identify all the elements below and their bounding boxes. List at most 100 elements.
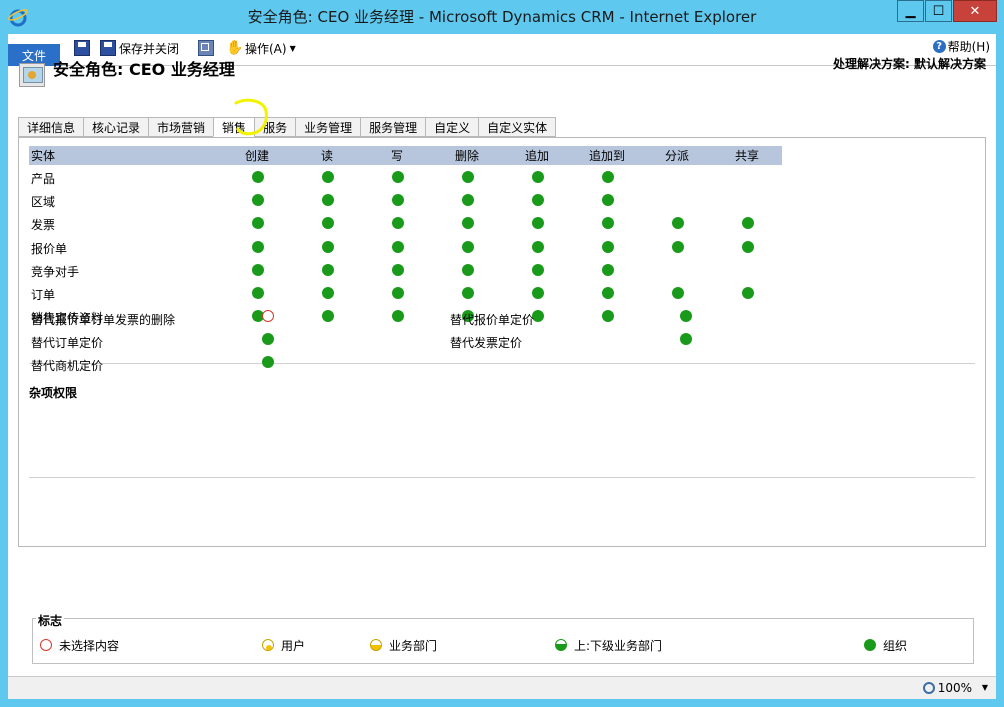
help-icon: ?: [932, 40, 946, 53]
privilege-level-toggle[interactable]: [602, 310, 614, 323]
entity-name: 产品: [31, 172, 56, 186]
privilege-level-toggle[interactable]: [532, 171, 544, 183]
privilege-level-toggle[interactable]: [322, 287, 334, 299]
copy-role-button[interactable]: [198, 38, 217, 58]
misc-privilege-label: 替代发票定价: [450, 336, 523, 350]
help-button[interactable]: ? 帮助(H): [932, 38, 990, 55]
actions-menu-button[interactable]: ✋ 操作(A) ▼: [226, 38, 296, 58]
privilege-level-toggle[interactable]: [392, 287, 404, 299]
privilege-level-toggle[interactable]: [462, 240, 474, 253]
grid-divider: [29, 363, 975, 364]
privilege-level-toggle[interactable]: [532, 217, 544, 230]
privilege-level-toggle[interactable]: [672, 287, 684, 299]
privilege-level-toggle[interactable]: [252, 287, 264, 299]
help-label: 帮助(H): [947, 40, 990, 54]
privilege-level-toggle[interactable]: [602, 287, 614, 299]
privilege-level-toggle[interactable]: [672, 240, 684, 253]
privilege-level-toggle[interactable]: [602, 240, 614, 253]
tab-8[interactable]: 自定义实体: [478, 117, 557, 137]
privilege-level-toggle[interactable]: [252, 194, 264, 207]
privilege-level-toggle[interactable]: [392, 171, 404, 183]
tab-7[interactable]: 自定义: [425, 117, 479, 137]
tab-0[interactable]: 详细信息: [18, 117, 84, 137]
grid-column-header[interactable]: 追加: [525, 149, 549, 163]
misc-privilege-toggle[interactable]: [262, 310, 274, 322]
privilege-level-toggle[interactable]: [462, 194, 474, 207]
privilege-level-toggle[interactable]: [322, 240, 334, 253]
solution-label: 处理解决方案: 默认解决方案: [833, 57, 986, 71]
misc-privilege-label: 替代报价单订单发票的删除: [31, 313, 176, 327]
grid-column-header[interactable]: 删除: [455, 149, 479, 163]
legend-parent-child-bu: 上:下级业务部门: [555, 638, 663, 653]
privilege-level-toggle[interactable]: [602, 217, 614, 230]
privilege-level-toggle[interactable]: [252, 217, 264, 230]
privilege-level-toggle[interactable]: [322, 263, 334, 276]
privilege-level-toggle[interactable]: [252, 263, 264, 276]
privilege-level-toggle[interactable]: [392, 310, 404, 323]
privilege-level-toggle[interactable]: [532, 194, 544, 207]
save-button[interactable]: [74, 38, 93, 58]
entity-name: 发票: [31, 218, 56, 233]
privilege-tabs: 详细信息 核心记录 市场营销 销售 服务 业务管理 服务管理 自定义 自定义实体: [18, 117, 557, 137]
privilege-level-toggle[interactable]: [462, 263, 474, 276]
misc-privilege-toggle[interactable]: [262, 356, 274, 368]
privilege-level-toggle[interactable]: [252, 240, 264, 253]
privilege-level-toggle[interactable]: [392, 194, 404, 207]
legend-pbu-label: 上:下级业务部门: [574, 638, 663, 653]
maximize-button[interactable]: ☐: [925, 0, 952, 22]
misc-privileges-title: 杂项权限: [29, 386, 78, 400]
misc-privilege-label: 替代报价单定价: [450, 313, 535, 327]
privilege-level-toggle[interactable]: [322, 194, 334, 207]
grid-column-header[interactable]: 追加到: [589, 149, 625, 163]
actions-hand-icon: ✋: [226, 40, 244, 56]
privilege-level-toggle[interactable]: [742, 240, 754, 253]
legend-user: 用户: [262, 638, 305, 653]
tab-5[interactable]: 业务管理: [295, 117, 361, 137]
privilege-level-toggle[interactable]: [742, 287, 754, 299]
privilege-level-toggle[interactable]: [532, 263, 544, 276]
privilege-level-toggle[interactable]: [392, 263, 404, 276]
security-role-icon: [19, 63, 45, 87]
privilege-level-toggle[interactable]: [602, 263, 614, 276]
privilege-level-toggle[interactable]: [462, 171, 474, 183]
privilege-level-toggle[interactable]: [462, 217, 474, 230]
zoom-control[interactable]: 100%: [922, 681, 972, 695]
legend-box: [32, 618, 974, 664]
grid-column-header[interactable]: 创建: [245, 149, 269, 163]
privilege-level-toggle[interactable]: [322, 217, 334, 230]
tab-2[interactable]: 市场营销: [148, 117, 214, 137]
privilege-level-toggle[interactable]: [392, 240, 404, 253]
privilege-level-toggle[interactable]: [532, 287, 544, 299]
privilege-level-toggle[interactable]: [252, 171, 264, 183]
close-button[interactable]: ✕: [953, 0, 997, 22]
zoom-chevron-down-icon[interactable]: ▼: [982, 683, 988, 692]
save-and-close-button[interactable]: 保存并关闭: [100, 38, 179, 58]
privilege-level-toggle[interactable]: [392, 217, 404, 230]
privilege-level-toggle[interactable]: [532, 240, 544, 253]
entity-name: 区域: [31, 195, 56, 210]
privilege-level-toggle[interactable]: [602, 171, 614, 183]
legend-business-unit: 业务部门: [370, 638, 437, 653]
save-close-icon: [100, 40, 116, 56]
privilege-level-toggle[interactable]: [742, 217, 754, 230]
misc-privilege-toggle[interactable]: [262, 333, 274, 345]
grid-column-header[interactable]: 分派: [665, 149, 689, 163]
tab-1[interactable]: 核心记录: [83, 117, 149, 137]
privilege-level-toggle[interactable]: [672, 217, 684, 230]
misc-privilege-toggle[interactable]: [680, 333, 692, 345]
misc-privilege-label: 替代订单定价: [31, 336, 104, 350]
no-selection-icon: [40, 639, 52, 651]
privilege-level-toggle[interactable]: [322, 310, 334, 323]
legend-org-label: 组织: [883, 638, 908, 653]
minimize-button[interactable]: ▁: [897, 0, 924, 22]
misc-privilege-toggle[interactable]: [680, 310, 692, 322]
tab-6[interactable]: 服务管理: [360, 117, 426, 137]
user-level-icon: [262, 639, 274, 651]
privilege-level-toggle[interactable]: [322, 171, 334, 183]
grid-column-header[interactable]: 读: [321, 149, 333, 163]
privilege-level-toggle[interactable]: [462, 287, 474, 299]
grid-column-header[interactable]: 写: [391, 149, 403, 163]
maximize-icon: ☐: [932, 3, 945, 19]
grid-column-header[interactable]: 共享: [735, 149, 759, 163]
privilege-level-toggle[interactable]: [602, 194, 614, 207]
